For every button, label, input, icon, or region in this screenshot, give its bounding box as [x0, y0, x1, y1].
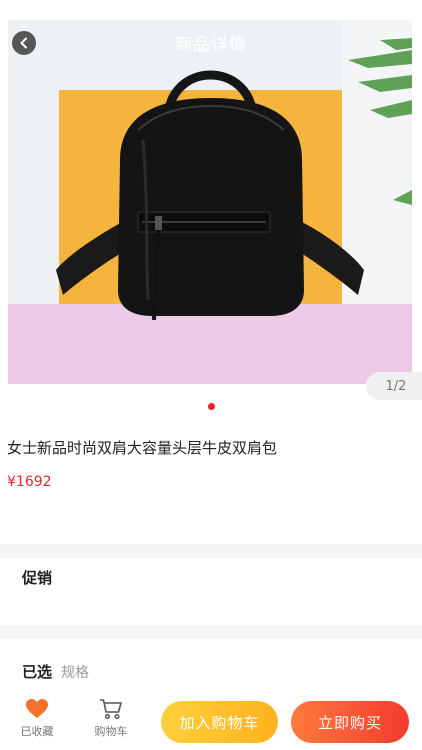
backpack-photo: [56, 38, 412, 321]
promotion-label[interactable]: 促销: [22, 567, 52, 588]
favorite-button[interactable]: 已收藏: [12, 698, 62, 739]
section-divider: [0, 625, 422, 639]
page-title: 商品详情: [175, 35, 247, 55]
product-image-gallery[interactable]: [8, 20, 412, 384]
cart-button[interactable]: 购物车: [86, 698, 136, 739]
back-button[interactable]: [12, 31, 36, 55]
add-to-cart-button[interactable]: 加入购物车: [161, 701, 278, 743]
heart-icon: [26, 699, 48, 718]
cart-icon: [100, 699, 122, 720]
product-title: 女士新品时尚双肩大容量头层牛皮双肩包: [7, 439, 278, 457]
selected-spec-value: 规格: [61, 665, 90, 681]
image-page-counter-text: 1/2: [385, 378, 407, 394]
selected-spec-row[interactable]: 已选 规格: [22, 661, 89, 682]
favorite-label: 已收藏: [20, 725, 54, 738]
carousel-indicator: [0, 403, 422, 410]
section-divider: [0, 544, 422, 558]
chevron-left-icon: [20, 37, 27, 49]
cart-label: 购物车: [94, 725, 128, 738]
carousel-dot-active[interactable]: [207, 403, 215, 410]
selected-label: 已选: [22, 663, 53, 681]
bottom-action-bar: 已收藏 购物车 加入购物车 立即购买: [0, 694, 422, 750]
buy-now-button[interactable]: 立即购买: [291, 701, 409, 743]
image-page-counter: 1/2: [366, 372, 422, 400]
product-price: ¥1692: [7, 474, 52, 490]
